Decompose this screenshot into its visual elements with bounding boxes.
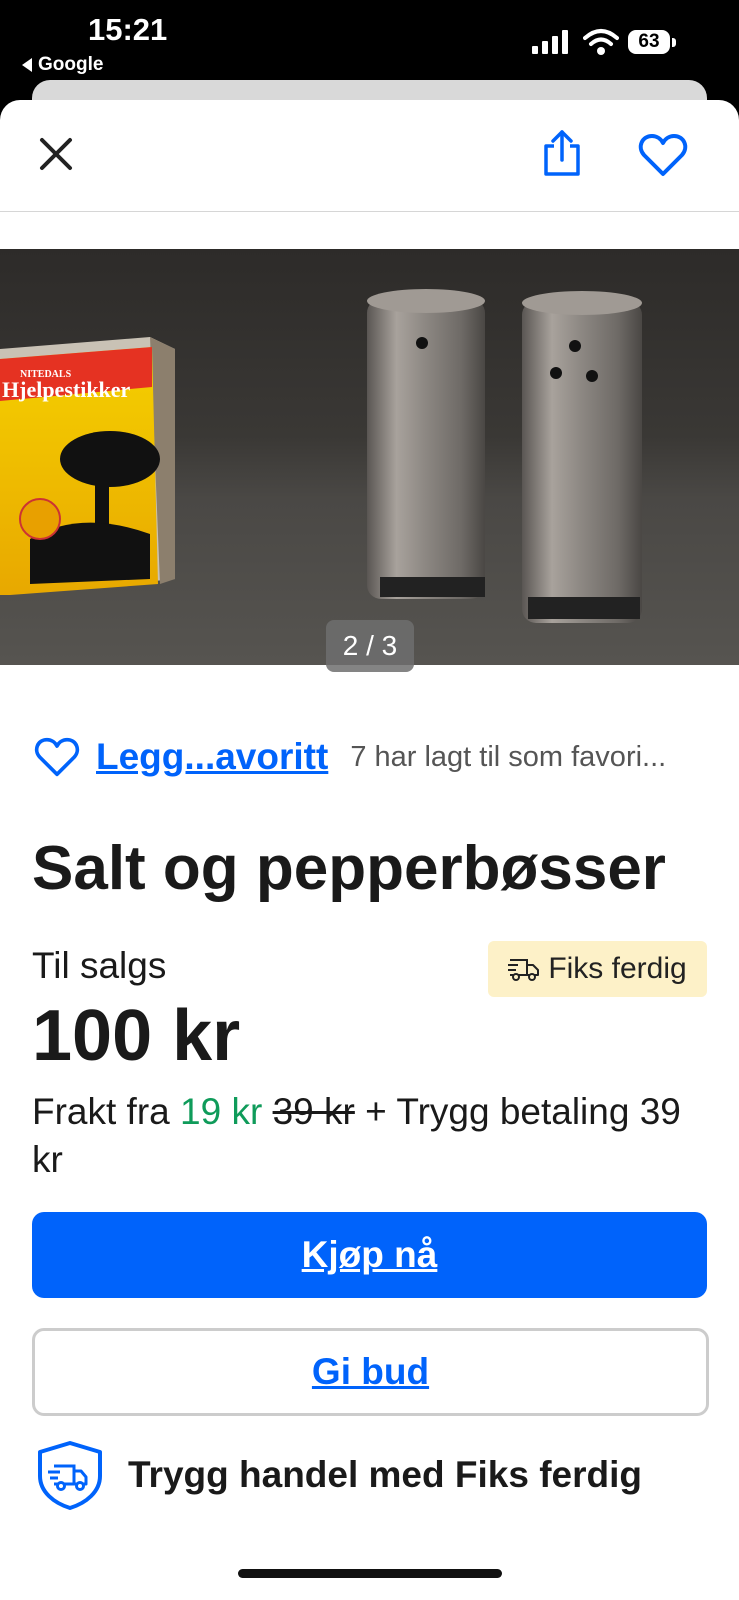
back-arrow-icon: [22, 58, 32, 72]
pepper-shaker: [522, 291, 642, 623]
listing-price: 100 kr: [32, 996, 241, 1076]
fiks-ferdig-badge: Fiks ferdig: [488, 941, 707, 997]
badge-label: Fiks ferdig: [548, 952, 687, 985]
listing-status: Til salgs: [32, 945, 167, 986]
top-bar: [0, 100, 739, 212]
trust-title: Trygg handel med Fiks ferdig: [128, 1454, 642, 1495]
favorite-row: Legg...avoritt 7 har lagt til som favori…: [34, 732, 724, 782]
clock: 15:21: [88, 12, 168, 47]
home-indicator[interactable]: [238, 1569, 502, 1578]
trust-section: Trygg handel med Fiks ferdig: [36, 1440, 642, 1510]
battery-icon: 63: [628, 30, 678, 56]
buy-now-button[interactable]: Kjøp nå: [32, 1212, 707, 1298]
shield-truck-icon: [38, 1441, 102, 1510]
heart-icon[interactable]: [638, 132, 688, 178]
wifi-icon: [583, 29, 619, 55]
salt-shaker: [367, 289, 485, 599]
listing-sheet: NITEDALS Hjelpestikker 2 / 3 Legg...avor…: [0, 100, 739, 1600]
shipping-prefix: Frakt fra: [32, 1091, 170, 1132]
back-app-label: Google: [38, 54, 104, 75]
matchbox-name: Hjelpestikker: [2, 377, 131, 402]
add-favorite-link[interactable]: Legg...avoritt: [96, 736, 328, 778]
back-to-app-link[interactable]: Google: [22, 54, 103, 76]
close-icon[interactable]: [36, 134, 76, 174]
delivery-truck-icon: [508, 959, 540, 981]
product-photo[interactable]: NITEDALS Hjelpestikker: [0, 249, 739, 665]
shipping-old-price: 39 kr: [272, 1091, 355, 1132]
shipping-price: 19 kr: [180, 1091, 263, 1132]
shipping-info: Frakt fra 19 kr 39 kr + Trygg betaling 3…: [32, 1088, 712, 1184]
make-bid-button[interactable]: Gi bud: [32, 1328, 709, 1416]
heart-outline-icon[interactable]: [34, 736, 80, 778]
battery-level: 63: [628, 30, 670, 54]
matchbox: NITEDALS Hjelpestikker: [0, 337, 175, 595]
share-icon[interactable]: [540, 128, 584, 178]
favorite-count: 7 har lagt til som favori...: [350, 740, 667, 773]
battery-nub: [672, 38, 676, 47]
product-illustration: NITEDALS Hjelpestikker: [0, 289, 642, 623]
status-bar: 15:21 Google 63: [0, 0, 739, 82]
listing-title: Salt og pepperbøsser: [32, 834, 666, 903]
cellular-signal-icon: [532, 30, 568, 54]
image-counter: 2 / 3: [326, 620, 414, 672]
